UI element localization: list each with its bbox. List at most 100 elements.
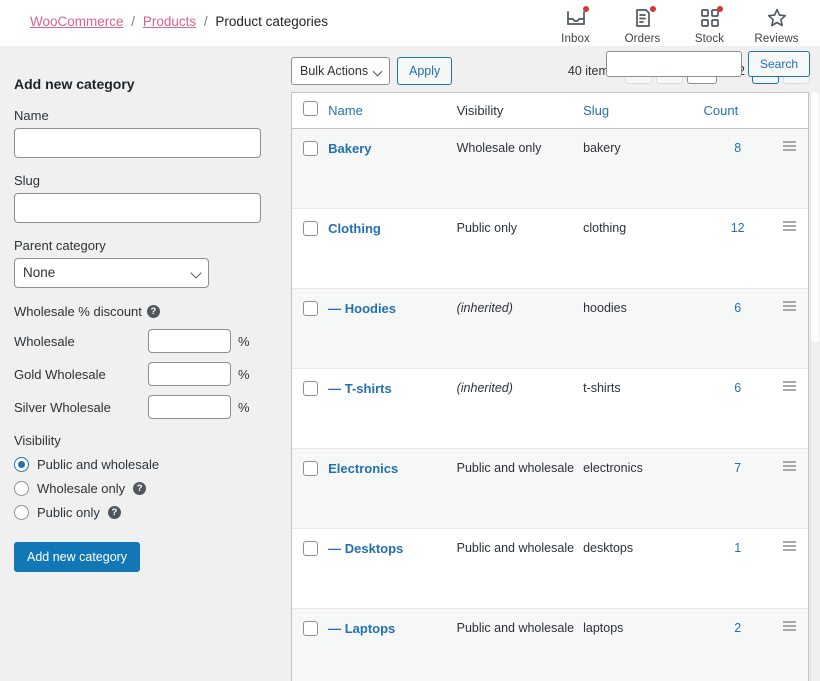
category-name-link[interactable]: — Laptops bbox=[328, 621, 395, 636]
search-input[interactable] bbox=[606, 51, 742, 77]
visibility-value: Public and wholesale bbox=[457, 621, 574, 635]
count-link[interactable]: 6 bbox=[734, 381, 741, 395]
column-header-name[interactable]: Name bbox=[328, 93, 456, 129]
drag-handle-icon[interactable] bbox=[783, 461, 796, 473]
row-checkbox[interactable] bbox=[303, 221, 318, 236]
radio-public-only[interactable]: Public only ? bbox=[14, 505, 261, 520]
count-link[interactable]: 7 bbox=[734, 461, 741, 475]
drag-handle-icon[interactable] bbox=[783, 541, 796, 553]
name-label: Name bbox=[14, 108, 261, 123]
panel-title: Add new category bbox=[14, 76, 261, 92]
drag-handle-icon[interactable] bbox=[783, 141, 796, 153]
radio-indicator[interactable] bbox=[14, 505, 29, 520]
visibility-cell: (inherited) bbox=[457, 289, 583, 369]
breadcrumb-separator: / bbox=[131, 14, 135, 29]
select-all-checkbox[interactable] bbox=[303, 101, 318, 116]
select-all-header bbox=[292, 93, 328, 129]
drag-handle-cell bbox=[772, 449, 808, 529]
slug-cell: laptops bbox=[583, 609, 703, 681]
visibility-value: Wholesale only bbox=[457, 141, 542, 155]
category-name-link[interactable]: — T-shirts bbox=[328, 381, 392, 396]
nav-item-inbox[interactable]: Inbox bbox=[542, 2, 609, 45]
percent-sign: % bbox=[238, 334, 250, 349]
radio-indicator[interactable] bbox=[14, 481, 29, 496]
count-link[interactable]: 1 bbox=[734, 541, 741, 555]
apply-button[interactable]: Apply bbox=[397, 57, 452, 85]
count-link[interactable]: 8 bbox=[734, 141, 741, 155]
nav-item-orders[interactable]: Orders bbox=[609, 2, 676, 45]
breadcrumb-item-products[interactable]: Products bbox=[143, 14, 196, 29]
row-select-cell bbox=[292, 209, 328, 289]
scrollbar-thumb[interactable] bbox=[811, 92, 819, 342]
count-cell: 7 bbox=[704, 449, 772, 529]
drag-handle-icon[interactable] bbox=[783, 621, 796, 633]
category-name-cell: Clothing bbox=[328, 209, 456, 289]
gold-wholesale-discount-input[interactable] bbox=[148, 362, 231, 386]
column-header-count[interactable]: Count bbox=[704, 93, 772, 129]
nav-item-reviews[interactable]: Reviews bbox=[743, 2, 810, 45]
row-select-cell bbox=[292, 529, 328, 609]
wholesale-discount-input[interactable] bbox=[148, 329, 231, 353]
row-checkbox[interactable] bbox=[303, 301, 318, 316]
count-link[interactable]: 2 bbox=[734, 621, 741, 635]
category-name-link[interactable]: Bakery bbox=[328, 141, 371, 156]
slug-input[interactable] bbox=[14, 193, 261, 223]
drag-handle-icon[interactable] bbox=[783, 301, 796, 313]
category-name-cell: — Desktops bbox=[328, 529, 456, 609]
silver-wholesale-discount-input[interactable] bbox=[148, 395, 231, 419]
category-name-cell: — Laptops bbox=[328, 609, 456, 681]
table-row: BakeryWholesale onlybakery8 bbox=[292, 129, 808, 209]
category-name-link[interactable]: Electronics bbox=[328, 461, 398, 476]
visibility-cell: Public and wholesale bbox=[457, 609, 583, 681]
help-icon[interactable]: ? bbox=[147, 305, 160, 318]
drag-handle-cell bbox=[772, 289, 808, 369]
category-name-link[interactable]: — Desktops bbox=[328, 541, 403, 556]
count-cell: 12 bbox=[704, 209, 772, 289]
search-button[interactable]: Search bbox=[748, 51, 810, 77]
inbox-icon bbox=[564, 6, 588, 30]
discount-label: Gold Wholesale bbox=[14, 367, 148, 382]
visibility-cell: Public and wholesale bbox=[457, 449, 583, 529]
stock-icon bbox=[698, 6, 722, 30]
visibility-cell: Public and wholesale bbox=[457, 529, 583, 609]
row-checkbox[interactable] bbox=[303, 141, 318, 156]
drag-handle-icon[interactable] bbox=[783, 381, 796, 393]
count-link[interactable]: 6 bbox=[734, 301, 741, 315]
discount-row-gold: Gold Wholesale % bbox=[14, 362, 261, 386]
count-link[interactable]: 12 bbox=[731, 221, 745, 235]
help-icon[interactable]: ? bbox=[108, 506, 121, 519]
help-icon[interactable]: ? bbox=[133, 482, 146, 495]
nav-label-stock: Stock bbox=[695, 33, 724, 45]
category-name-link[interactable]: — Hoodies bbox=[328, 301, 396, 316]
slug-cell: clothing bbox=[583, 209, 703, 289]
slug-cell: t-shirts bbox=[583, 369, 703, 449]
visibility-label: Visibility bbox=[14, 433, 261, 448]
table-row: — DesktopsPublic and wholesaledesktops1 bbox=[292, 529, 808, 609]
bulk-actions-select[interactable]: Bulk Actions bbox=[291, 57, 390, 85]
row-checkbox[interactable] bbox=[303, 381, 318, 396]
row-checkbox[interactable] bbox=[303, 541, 318, 556]
column-header-slug[interactable]: Slug bbox=[583, 93, 703, 129]
visibility-value: Public and wholesale bbox=[457, 541, 574, 555]
category-name-link[interactable]: Clothing bbox=[328, 221, 381, 236]
visibility-value: (inherited) bbox=[457, 301, 513, 315]
nav-item-stock[interactable]: Stock bbox=[676, 2, 743, 45]
wholesale-discount-label: Wholesale % discount bbox=[14, 304, 142, 319]
radio-public-and-wholesale[interactable]: Public and wholesale bbox=[14, 457, 261, 472]
row-checkbox[interactable] bbox=[303, 461, 318, 476]
table-row: ElectronicsPublic and wholesaleelectroni… bbox=[292, 449, 808, 529]
nav-label-orders: Orders bbox=[625, 33, 661, 45]
row-checkbox[interactable] bbox=[303, 621, 318, 636]
drag-handle-icon[interactable] bbox=[783, 221, 796, 233]
breadcrumb-item-woocommerce[interactable]: WooCommerce bbox=[30, 14, 124, 29]
parent-category-select[interactable]: None bbox=[14, 258, 209, 288]
radio-indicator[interactable] bbox=[14, 457, 29, 472]
discount-row-silver: Silver Wholesale % bbox=[14, 395, 261, 419]
add-new-category-button[interactable]: Add new category bbox=[14, 542, 140, 572]
visibility-cell: Public only bbox=[457, 209, 583, 289]
vertical-scrollbar[interactable] bbox=[810, 92, 820, 681]
category-name-cell: — Hoodies bbox=[328, 289, 456, 369]
name-input[interactable] bbox=[14, 128, 261, 158]
radio-wholesale-only[interactable]: Wholesale only ? bbox=[14, 481, 261, 496]
breadcrumb-item-current: Product categories bbox=[215, 14, 328, 29]
